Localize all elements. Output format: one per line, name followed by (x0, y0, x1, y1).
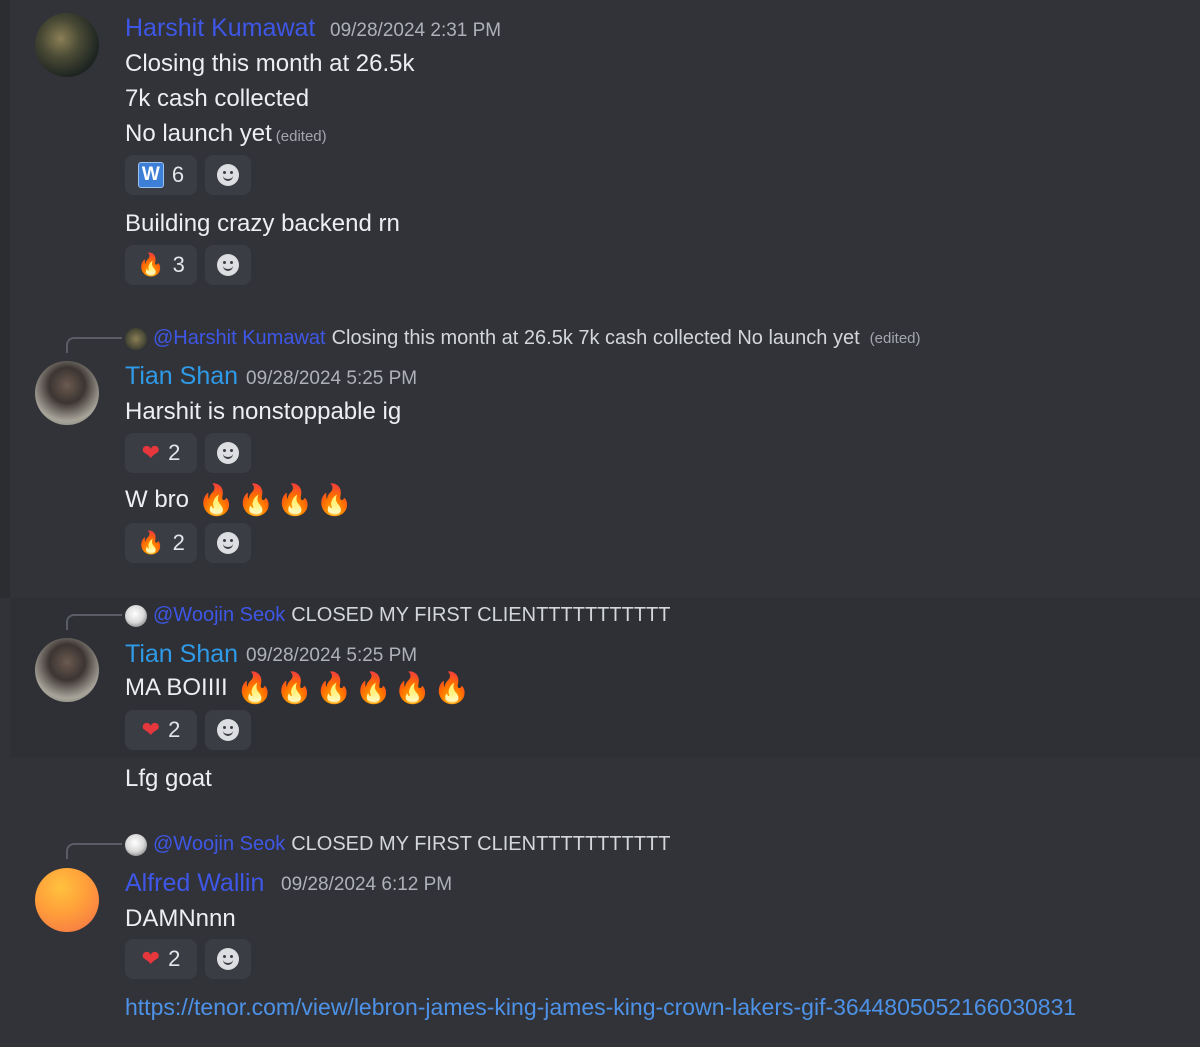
reaction-count: 2 (172, 530, 185, 555)
reaction-button[interactable]: ❤ 2 (125, 710, 197, 750)
add-reaction-button[interactable] (205, 523, 251, 563)
reply-text: CLOSED MY FIRST CLIENTTTTTTTTTTT (291, 604, 671, 626)
message-link[interactable]: https://tenor.com/view/lebron-james-king… (125, 994, 1076, 1021)
message-text: Lfg goat (125, 765, 212, 792)
reply-spine (66, 843, 122, 859)
timestamp: 09/28/2024 5:25 PM (246, 368, 418, 389)
mini-avatar (125, 327, 147, 350)
smile-icon (217, 254, 239, 276)
heart-icon: ❤ (141, 717, 161, 742)
author-name[interactable]: Harshit Kumawat (125, 14, 315, 43)
avatar[interactable] (35, 868, 99, 932)
message-text: Harshit is nonstoppable ig (125, 398, 402, 425)
left-strip (0, 0, 10, 598)
fire-icon: 🔥 (315, 484, 354, 517)
reply-text: CLOSED MY FIRST CLIENTTTTTTTTTTT (291, 833, 671, 855)
fire-icon: 🔥 (137, 252, 165, 277)
author-name[interactable]: Alfred Wallin (125, 869, 264, 898)
smile-icon (217, 532, 239, 554)
reaction-button[interactable]: 🔥 2 (125, 523, 197, 563)
fire-icon: 🔥 (433, 672, 471, 705)
author-name[interactable]: Tian Shan (125, 362, 238, 391)
reaction-button[interactable]: 🔥 3 (125, 245, 197, 285)
fire-icon: 🔥 (354, 672, 392, 705)
author-name[interactable]: Tian Shan (125, 640, 238, 669)
reaction-count: 2 (168, 946, 181, 971)
add-reaction-button[interactable] (205, 245, 251, 285)
reaction-count: 3 (172, 252, 185, 277)
mini-avatar (125, 604, 147, 627)
fire-icon: 🔥 (236, 672, 274, 705)
reply-mention[interactable]: @Woojin Seok (153, 833, 285, 856)
message-text: Closing this month at 26.5k (125, 50, 415, 77)
message-text: No launch yet (edited) (125, 120, 327, 148)
fire-icon: 🔥 (197, 484, 236, 517)
fire-icon: 🔥 (315, 672, 353, 705)
fire-icon: 🔥 (275, 672, 314, 705)
message-text: W bro 🔥🔥🔥🔥 (125, 486, 353, 516)
smile-icon (217, 164, 239, 186)
fire-icon: 🔥 (137, 530, 165, 555)
w-icon: W (137, 162, 164, 188)
reply-preview[interactable]: @Woojin Seok CLOSED MY FIRST CLIENTTTTTT… (125, 604, 670, 627)
fire-icon: 🔥 (393, 672, 432, 705)
message-text: Building crazy backend rn (125, 210, 400, 237)
smile-icon (217, 948, 239, 970)
fire-icon: 🔥 (237, 484, 275, 517)
add-reaction-button[interactable] (205, 710, 251, 750)
avatar[interactable] (35, 361, 99, 425)
reply-text: Closing this month at 26.5k 7k cash coll… (331, 327, 860, 349)
reaction-button[interactable]: W 6 (125, 155, 197, 195)
edited-label: (edited) (275, 128, 327, 145)
message-text: No launch yet (125, 120, 272, 147)
avatar[interactable] (35, 13, 99, 77)
heart-icon: ❤ (141, 946, 161, 971)
reply-mention[interactable]: @Harshit Kumawat (153, 327, 326, 350)
timestamp: 09/28/2024 2:31 PM (330, 20, 502, 41)
smile-icon (217, 719, 239, 741)
message-text: DAMNnnn (125, 905, 236, 932)
avatar[interactable] (35, 638, 99, 702)
mini-avatar (125, 833, 147, 856)
reply-mention[interactable]: @Woojin Seok (153, 604, 285, 627)
timestamp: 09/28/2024 6:12 PM (281, 874, 453, 895)
reply-spine (66, 614, 122, 630)
reaction-count: 2 (168, 440, 181, 465)
add-reaction-button[interactable] (205, 155, 251, 195)
reaction-button[interactable]: ❤ 2 (125, 939, 197, 979)
reply-preview[interactable]: @Harshit Kumawat Closing this month at 2… (125, 327, 921, 350)
add-reaction-button[interactable] (205, 433, 251, 473)
edited-label: (edited) (869, 330, 921, 347)
message-text: MA BOIIII 🔥🔥🔥🔥🔥🔥 (125, 674, 471, 704)
message-text: MA BOIIII (125, 674, 228, 701)
fire-icon: 🔥 (276, 484, 314, 517)
reaction-count: 6 (171, 162, 185, 187)
reaction-button[interactable]: ❤ 2 (125, 433, 197, 473)
message-text: 7k cash collected (125, 85, 310, 112)
timestamp: 09/28/2024 5:25 PM (246, 645, 418, 666)
heart-icon: ❤ (141, 440, 161, 465)
reply-spine (66, 337, 122, 353)
reply-preview[interactable]: @Woojin Seok CLOSED MY FIRST CLIENTTTTTT… (125, 833, 670, 856)
add-reaction-button[interactable] (205, 939, 251, 979)
smile-icon (217, 442, 239, 464)
reaction-count: 2 (168, 717, 181, 742)
message-text: W bro (125, 486, 190, 513)
